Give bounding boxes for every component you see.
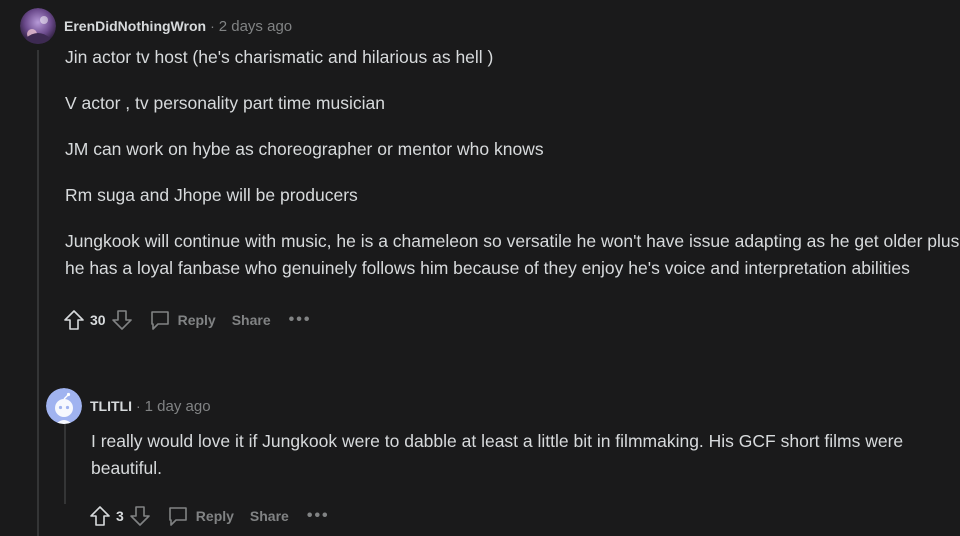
comment-actions: 3 Reply Share ••• — [88, 498, 960, 534]
comment-paragraph: Jin actor tv host (he's charismatic and … — [65, 47, 494, 67]
comment-body: I really would love it if Jungkook were … — [91, 428, 960, 482]
upvote-icon[interactable] — [88, 504, 112, 528]
separator: · — [210, 18, 215, 34]
more-options-button[interactable]: ••• — [289, 311, 312, 329]
comment: ErenDidNothingWron · 2 days ago Jin acto… — [20, 8, 960, 338]
comment-header: TLITLI · 1 day ago — [46, 388, 960, 424]
separator: · — [136, 398, 141, 414]
comment-paragraph: Rm suga and Jhope will be producers — [65, 185, 358, 205]
username[interactable]: ErenDidNothingWron — [64, 18, 206, 34]
comment-paragraph: JM can work on hybe as choreographer or … — [65, 139, 544, 159]
reply-button[interactable]: Reply — [178, 312, 216, 328]
downvote-icon[interactable] — [128, 504, 152, 528]
timestamp[interactable]: 1 day ago — [145, 398, 211, 415]
timestamp[interactable]: 2 days ago — [219, 18, 292, 35]
upvote-icon[interactable] — [62, 308, 86, 332]
comment-paragraph: V actor , tv personality part time music… — [65, 93, 385, 113]
reply-icon[interactable] — [166, 504, 190, 528]
avatar[interactable] — [20, 8, 56, 44]
vote-score: 3 — [116, 508, 124, 524]
comment-body: Jin actor tv host (he's charismatic and … — [65, 44, 960, 282]
comment-paragraph: I really would love it if Jungkook were … — [91, 431, 904, 478]
reply-comment: TLITLI · 1 day ago I really would love i… — [46, 388, 960, 534]
share-button[interactable]: Share — [232, 312, 271, 328]
more-options-button[interactable]: ••• — [307, 507, 330, 525]
downvote-icon[interactable] — [110, 308, 134, 332]
username[interactable]: TLITLI — [90, 398, 132, 414]
reply-button[interactable]: Reply — [196, 508, 234, 524]
reply-icon[interactable] — [148, 308, 172, 332]
comment-paragraph: Jungkook will continue with music, he is… — [65, 231, 960, 278]
comment-actions: 30 Reply Share ••• — [62, 302, 960, 338]
comment-header: ErenDidNothingWron · 2 days ago — [20, 8, 960, 44]
vote-score: 30 — [90, 312, 106, 328]
share-button[interactable]: Share — [250, 508, 289, 524]
avatar[interactable] — [46, 388, 82, 424]
